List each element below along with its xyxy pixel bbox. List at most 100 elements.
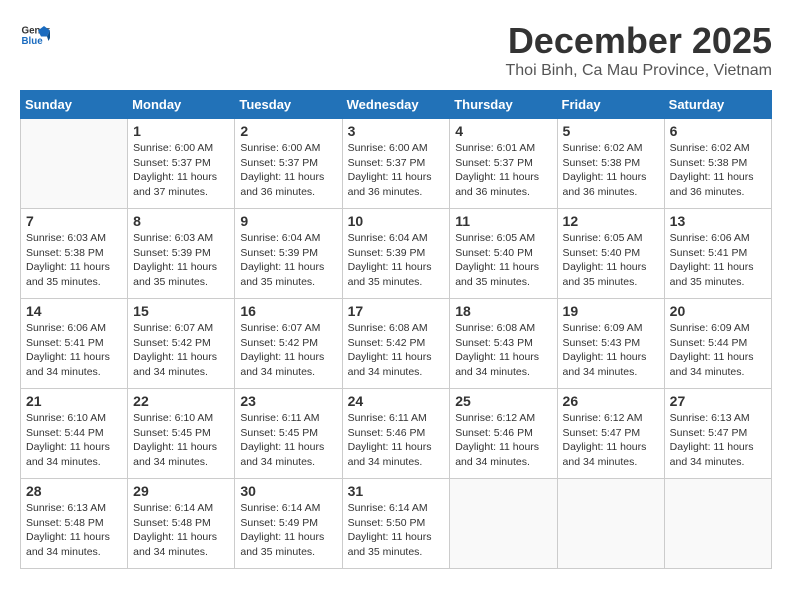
calendar-cell: 1 Sunrise: 6:00 AMSunset: 5:37 PMDaylight…: [128, 119, 235, 209]
calendar-cell: 24 Sunrise: 6:11 AMSunset: 5:46 PMDayligh…: [342, 389, 450, 479]
calendar-cell: 8 Sunrise: 6:03 AMSunset: 5:39 PMDaylight…: [128, 209, 235, 299]
day-info: Sunrise: 6:07 AMSunset: 5:42 PMDaylight:…: [133, 321, 229, 380]
day-number: 3: [348, 123, 445, 139]
calendar-cell: 28 Sunrise: 6:13 AMSunset: 5:48 PMDayligh…: [21, 479, 128, 569]
logo: General Blue: [20, 20, 50, 50]
calendar-table: SundayMondayTuesdayWednesdayThursdayFrid…: [20, 90, 772, 569]
day-info: Sunrise: 6:04 AMSunset: 5:39 PMDaylight:…: [240, 231, 336, 290]
location-title: Thoi Binh, Ca Mau Province, Vietnam: [506, 62, 773, 80]
header-thursday: Thursday: [450, 91, 557, 119]
day-number: 13: [670, 213, 766, 229]
day-info: Sunrise: 6:03 AMSunset: 5:39 PMDaylight:…: [133, 231, 229, 290]
day-info: Sunrise: 6:06 AMSunset: 5:41 PMDaylight:…: [670, 231, 766, 290]
header-saturday: Saturday: [664, 91, 771, 119]
day-number: 19: [563, 303, 659, 319]
calendar-cell: 13 Sunrise: 6:06 AMSunset: 5:41 PMDayligh…: [664, 209, 771, 299]
day-number: 8: [133, 213, 229, 229]
header-tuesday: Tuesday: [235, 91, 342, 119]
calendar-cell: 12 Sunrise: 6:05 AMSunset: 5:40 PMDayligh…: [557, 209, 664, 299]
day-number: 29: [133, 483, 229, 499]
day-number: 23: [240, 393, 336, 409]
day-number: 14: [26, 303, 122, 319]
day-number: 30: [240, 483, 336, 499]
calendar-cell: 14 Sunrise: 6:06 AMSunset: 5:41 PMDayligh…: [21, 299, 128, 389]
calendar-cell: 16 Sunrise: 6:07 AMSunset: 5:42 PMDayligh…: [235, 299, 342, 389]
day-info: Sunrise: 6:08 AMSunset: 5:42 PMDaylight:…: [348, 321, 445, 380]
calendar-cell: [21, 119, 128, 209]
calendar-cell: 11Sunrise: 6:05 AMSunset: 5:40 PMDayligh…: [450, 209, 557, 299]
day-number: 18: [455, 303, 551, 319]
calendar-week-row: 1 Sunrise: 6:00 AMSunset: 5:37 PMDaylight…: [21, 119, 772, 209]
day-number: 20: [670, 303, 766, 319]
calendar-cell: 21Sunrise: 6:10 AMSunset: 5:44 PMDayligh…: [21, 389, 128, 479]
day-info: Sunrise: 6:10 AMSunset: 5:44 PMDaylight:…: [26, 411, 122, 470]
day-info: Sunrise: 6:11 AMSunset: 5:46 PMDaylight:…: [348, 411, 445, 470]
svg-text:Blue: Blue: [22, 36, 44, 47]
day-info: Sunrise: 6:00 AMSunset: 5:37 PMDaylight:…: [348, 141, 445, 200]
logo-icon: General Blue: [20, 20, 50, 50]
day-number: 15: [133, 303, 229, 319]
day-info: Sunrise: 6:00 AMSunset: 5:37 PMDaylight:…: [240, 141, 336, 200]
calendar-header-row: SundayMondayTuesdayWednesdayThursdayFrid…: [21, 91, 772, 119]
title-block: December 2025 Thoi Binh, Ca Mau Province…: [506, 20, 773, 80]
calendar-cell: 23Sunrise: 6:11 AMSunset: 5:45 PMDayligh…: [235, 389, 342, 479]
day-info: Sunrise: 6:14 AMSunset: 5:48 PMDaylight:…: [133, 501, 229, 560]
calendar-week-row: 28 Sunrise: 6:13 AMSunset: 5:48 PMDayligh…: [21, 479, 772, 569]
day-info: Sunrise: 6:05 AMSunset: 5:40 PMDaylight:…: [563, 231, 659, 290]
day-number: 26: [563, 393, 659, 409]
calendar-cell: 27 Sunrise: 6:13 AMSunset: 5:47 PMDayligh…: [664, 389, 771, 479]
calendar-cell: 17 Sunrise: 6:08 AMSunset: 5:42 PMDayligh…: [342, 299, 450, 389]
day-number: 16: [240, 303, 336, 319]
calendar-week-row: 14 Sunrise: 6:06 AMSunset: 5:41 PMDayligh…: [21, 299, 772, 389]
day-number: 28: [26, 483, 122, 499]
calendar-cell: 2 Sunrise: 6:00 AMSunset: 5:37 PMDaylight…: [235, 119, 342, 209]
calendar-week-row: 7 Sunrise: 6:03 AMSunset: 5:38 PMDaylight…: [21, 209, 772, 299]
day-number: 27: [670, 393, 766, 409]
day-info: Sunrise: 6:09 AMSunset: 5:43 PMDaylight:…: [563, 321, 659, 380]
calendar-cell: 25Sunrise: 6:12 AMSunset: 5:46 PMDayligh…: [450, 389, 557, 479]
day-number: 11: [455, 213, 551, 229]
calendar-cell: 7 Sunrise: 6:03 AMSunset: 5:38 PMDaylight…: [21, 209, 128, 299]
day-number: 10: [348, 213, 445, 229]
day-info: Sunrise: 6:03 AMSunset: 5:38 PMDaylight:…: [26, 231, 122, 290]
day-info: Sunrise: 6:14 AMSunset: 5:49 PMDaylight:…: [240, 501, 336, 560]
day-number: 6: [670, 123, 766, 139]
calendar-cell: 4Sunrise: 6:01 AMSunset: 5:37 PMDaylight…: [450, 119, 557, 209]
header-friday: Friday: [557, 91, 664, 119]
header-sunday: Sunday: [21, 91, 128, 119]
day-info: Sunrise: 6:09 AMSunset: 5:44 PMDaylight:…: [670, 321, 766, 380]
month-title: December 2025: [506, 20, 773, 62]
day-number: 12: [563, 213, 659, 229]
day-info: Sunrise: 6:12 AMSunset: 5:46 PMDaylight:…: [455, 411, 551, 470]
day-number: 7: [26, 213, 122, 229]
day-info: Sunrise: 6:06 AMSunset: 5:41 PMDaylight:…: [26, 321, 122, 380]
day-info: Sunrise: 6:13 AMSunset: 5:48 PMDaylight:…: [26, 501, 122, 560]
day-info: Sunrise: 6:00 AMSunset: 5:37 PMDaylight:…: [133, 141, 229, 200]
day-number: 24: [348, 393, 445, 409]
calendar-cell: [450, 479, 557, 569]
calendar-cell: 19 Sunrise: 6:09 AMSunset: 5:43 PMDayligh…: [557, 299, 664, 389]
day-info: Sunrise: 6:12 AMSunset: 5:47 PMDaylight:…: [563, 411, 659, 470]
calendar-cell: 3 Sunrise: 6:00 AMSunset: 5:37 PMDaylight…: [342, 119, 450, 209]
day-number: 2: [240, 123, 336, 139]
day-number: 17: [348, 303, 445, 319]
day-info: Sunrise: 6:13 AMSunset: 5:47 PMDaylight:…: [670, 411, 766, 470]
calendar-cell: [664, 479, 771, 569]
calendar-cell: 18 Sunrise: 6:08 AMSunset: 5:43 PMDayligh…: [450, 299, 557, 389]
calendar-cell: [557, 479, 664, 569]
day-info: Sunrise: 6:08 AMSunset: 5:43 PMDaylight:…: [455, 321, 551, 380]
calendar-cell: 10 Sunrise: 6:04 AMSunset: 5:39 PMDayligh…: [342, 209, 450, 299]
day-info: Sunrise: 6:04 AMSunset: 5:39 PMDaylight:…: [348, 231, 445, 290]
day-number: 5: [563, 123, 659, 139]
calendar-cell: 6Sunrise: 6:02 AMSunset: 5:38 PMDaylight…: [664, 119, 771, 209]
calendar-cell: 26 Sunrise: 6:12 AMSunset: 5:47 PMDayligh…: [557, 389, 664, 479]
calendar-cell: 15 Sunrise: 6:07 AMSunset: 5:42 PMDayligh…: [128, 299, 235, 389]
day-number: 22: [133, 393, 229, 409]
calendar-cell: 30 Sunrise: 6:14 AMSunset: 5:49 PMDayligh…: [235, 479, 342, 569]
day-info: Sunrise: 6:07 AMSunset: 5:42 PMDaylight:…: [240, 321, 336, 380]
calendar-cell: 22Sunrise: 6:10 AMSunset: 5:45 PMDayligh…: [128, 389, 235, 479]
day-number: 1: [133, 123, 229, 139]
calendar-week-row: 21Sunrise: 6:10 AMSunset: 5:44 PMDayligh…: [21, 389, 772, 479]
calendar-cell: 20 Sunrise: 6:09 AMSunset: 5:44 PMDayligh…: [664, 299, 771, 389]
calendar-cell: 9Sunrise: 6:04 AMSunset: 5:39 PMDaylight…: [235, 209, 342, 299]
